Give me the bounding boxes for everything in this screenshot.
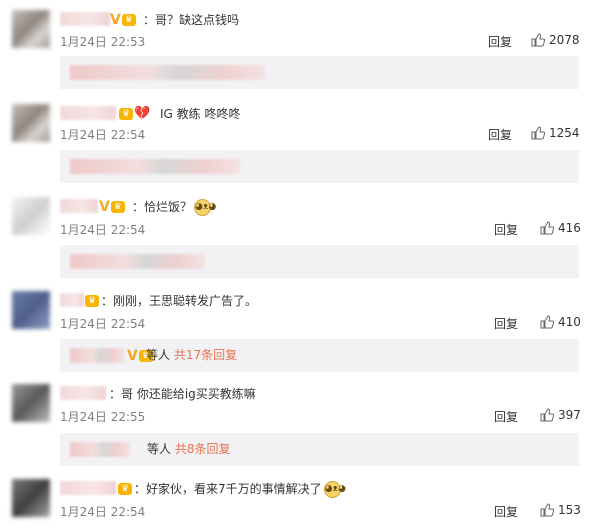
username-blurred[interactable] bbox=[60, 12, 110, 26]
user-badges: ♛ 💔 bbox=[119, 106, 150, 122]
user-badges: ♛ bbox=[85, 293, 99, 309]
comment-item: ♛ 💔 IG 教练 咚咚咚 1月24日 22:54 回复 1254 bbox=[0, 104, 594, 184]
avatar[interactable] bbox=[12, 479, 50, 517]
user-badges: ♛ bbox=[118, 481, 132, 497]
comment-time: 1月24日 22:54 bbox=[60, 317, 146, 331]
comment-item: ♛ ：好家伙，看来7千万的事情解决了 ◕ᴥ◕ 1月24日 22:54 回复 153 bbox=[0, 479, 594, 530]
doge-emoji-icon: ◕ᴥ◕ bbox=[323, 481, 346, 498]
sub-reply-preview[interactable] bbox=[60, 150, 579, 183]
comment-text: ：恰烂饭？ ◕ᴥ◕ bbox=[132, 199, 216, 216]
crown-badge-icon: ♛ bbox=[121, 14, 136, 26]
reply-button[interactable]: 回复 bbox=[494, 408, 518, 425]
sub-reply-summary[interactable]: V ♛ 等人 共17条回复 bbox=[60, 339, 579, 372]
sub-reply-blurred bbox=[70, 254, 205, 269]
vip-v-icon: V bbox=[127, 348, 138, 364]
like-count: 2078 bbox=[549, 33, 580, 47]
comment-text: ：哥？缺这点钱吗 bbox=[143, 13, 240, 27]
thumbs-up-icon bbox=[540, 408, 554, 422]
comment-text: ：哥 你还能给ig买买教练嘛 bbox=[109, 387, 256, 401]
sub-reply-others: 等人 bbox=[147, 442, 172, 456]
comment-text: ：好家伙，看来7千万的事情解决了 ◕ᴥ◕ bbox=[134, 481, 346, 498]
like-count: 153 bbox=[558, 503, 581, 517]
reply-button[interactable]: 回复 bbox=[494, 315, 518, 332]
reply-button[interactable]: 回复 bbox=[488, 126, 512, 143]
comment-text-content: ：恰烂饭？ bbox=[132, 200, 193, 214]
comment-time: 1月24日 22:53 bbox=[60, 35, 146, 49]
thumbs-up-icon bbox=[540, 221, 554, 235]
thumbs-up-icon bbox=[531, 126, 545, 140]
comment-item: V ♛ ：恰烂饭？ ◕ᴥ◕ 1月24日 22:54 回复 416 bbox=[0, 197, 594, 279]
thumbs-up-icon bbox=[540, 315, 554, 329]
sub-reply-preview[interactable] bbox=[60, 56, 579, 89]
user-badges: V ♛ bbox=[99, 199, 125, 215]
comment-time: 1月24日 22:54 bbox=[60, 128, 146, 142]
avatar[interactable] bbox=[12, 291, 50, 329]
sub-reply-others: 等人 bbox=[146, 348, 171, 362]
like-button[interactable]: 397 bbox=[540, 408, 581, 422]
crown-badge-icon: ♛ bbox=[119, 108, 133, 120]
comment-item: ♛ ：刚刚，王思聪转发广告了。 1月24日 22:54 回复 410 V ♛ 等… bbox=[0, 291, 594, 373]
avatar[interactable] bbox=[12, 10, 50, 48]
sub-reply-blurred bbox=[70, 65, 265, 80]
like-button[interactable]: 416 bbox=[540, 221, 581, 235]
like-count: 397 bbox=[558, 408, 581, 422]
username-blurred[interactable] bbox=[60, 386, 106, 400]
vip-v-icon: V bbox=[99, 199, 110, 215]
like-button[interactable]: 410 bbox=[540, 315, 581, 329]
comment-list: V ♛ ：哥？缺这点钱吗 1月24日 22:53 回复 2078 ♛ 💔 IG … bbox=[0, 0, 594, 530]
username-blurred[interactable] bbox=[60, 199, 98, 213]
username-blurred[interactable] bbox=[60, 481, 116, 495]
sub-reply-user-blurred bbox=[70, 348, 125, 363]
sub-reply-preview[interactable] bbox=[60, 245, 579, 278]
user-badges: V ♛ bbox=[110, 12, 136, 28]
crown-badge-icon: ♛ bbox=[118, 483, 132, 495]
thumbs-up-icon bbox=[540, 503, 554, 517]
thumbs-up-icon bbox=[531, 33, 545, 47]
username-blurred[interactable] bbox=[60, 106, 116, 120]
crown-badge-icon: ♛ bbox=[85, 295, 99, 307]
like-button[interactable]: 1254 bbox=[531, 126, 580, 140]
comment-text: ：刚刚，王思聪转发广告了。 bbox=[101, 294, 258, 308]
sub-reply-user-blurred bbox=[70, 442, 130, 457]
comment-time: 1月24日 22:54 bbox=[60, 505, 146, 519]
like-count: 410 bbox=[558, 315, 581, 329]
comment-time: 1月24日 22:55 bbox=[60, 410, 146, 424]
like-count: 1254 bbox=[549, 126, 580, 140]
comment-text-content: ：好家伙，看来7千万的事情解决了 bbox=[134, 482, 322, 496]
doge-emoji-icon: ◕ᴥ◕ bbox=[194, 199, 216, 216]
reply-button[interactable]: 回复 bbox=[494, 221, 518, 238]
comment-time: 1月24日 22:54 bbox=[60, 223, 146, 237]
sub-reply-summary[interactable]: 等人 共8条回复 bbox=[60, 433, 579, 466]
sub-reply-blurred bbox=[70, 159, 240, 174]
vip-v-icon: V bbox=[110, 12, 121, 28]
sub-reply-count-link[interactable]: 共8条回复 bbox=[175, 442, 231, 456]
comment-item: ：哥 你还能给ig买买教练嘛 1月24日 22:55 回复 397 等人 共8条… bbox=[0, 384, 594, 468]
sub-reply-text: 等人 共8条回复 bbox=[147, 442, 230, 457]
broken-heart-icon: 💔 bbox=[134, 106, 151, 121]
avatar[interactable] bbox=[12, 384, 50, 422]
reply-button[interactable]: 回复 bbox=[494, 503, 518, 520]
like-count: 416 bbox=[558, 221, 581, 235]
comment-text: IG 教练 咚咚咚 bbox=[160, 107, 241, 121]
username-blurred[interactable] bbox=[60, 293, 84, 307]
sub-reply-count-link[interactable]: 共17条回复 bbox=[174, 348, 237, 362]
crown-badge-icon: ♛ bbox=[110, 201, 125, 213]
sub-reply-text: 等人 共17条回复 bbox=[146, 348, 237, 363]
avatar[interactable] bbox=[12, 104, 50, 142]
comment-item: V ♛ ：哥？缺这点钱吗 1月24日 22:53 回复 2078 bbox=[0, 10, 594, 90]
like-button[interactable]: 2078 bbox=[531, 33, 580, 47]
reply-button[interactable]: 回复 bbox=[488, 33, 512, 50]
avatar[interactable] bbox=[12, 197, 50, 235]
like-button[interactable]: 153 bbox=[540, 503, 581, 517]
